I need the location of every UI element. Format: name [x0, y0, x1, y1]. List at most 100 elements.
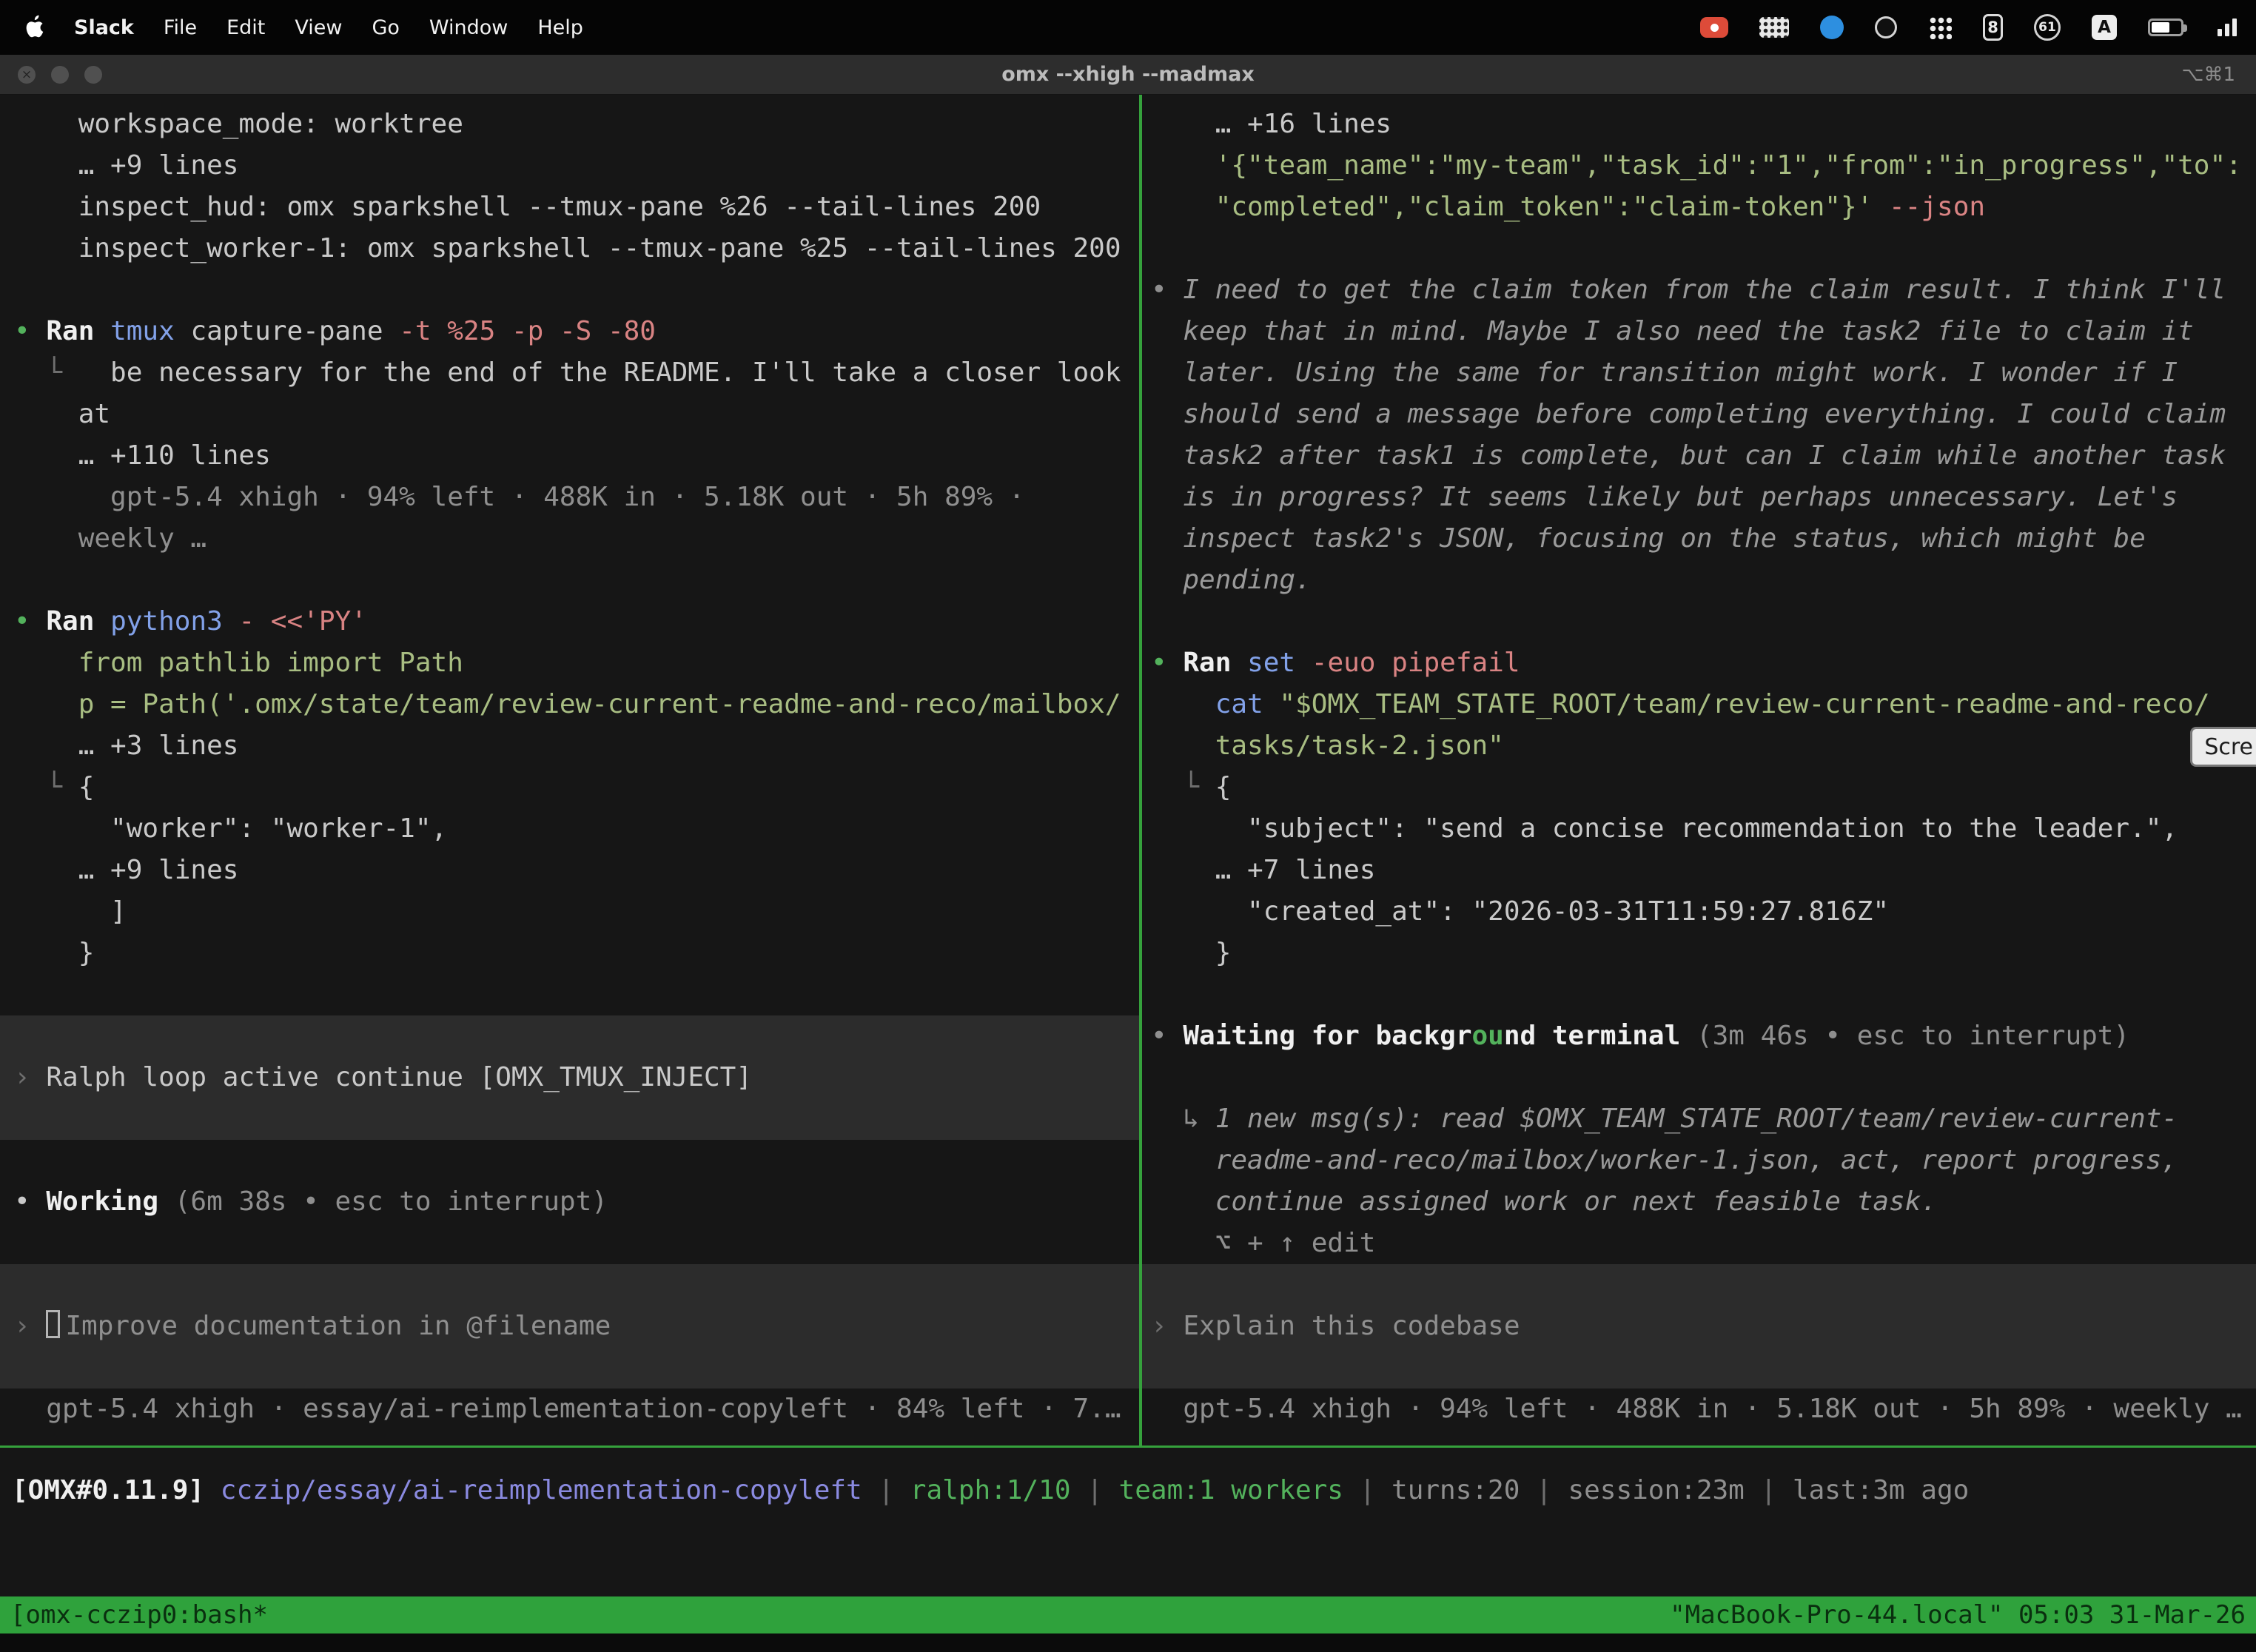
menu-item-help[interactable]: Help	[537, 16, 583, 39]
prompt-line[interactable]: › Ralph loop active continue [OMX_TMUX_I…	[0, 1057, 1139, 1098]
terminal-line: … +9 lines	[0, 145, 1139, 187]
prompt-line[interactable]: › Improve documentation in @filename	[0, 1306, 1139, 1347]
terminal-blank-line	[0, 1015, 1139, 1057]
terminal-blank-line	[1142, 228, 2256, 269]
terminal-line: task2 after task1 is complete, but can I…	[1142, 435, 2256, 477]
tooltip-text: Scre	[2204, 734, 2253, 760]
minimize-button[interactable]	[51, 66, 69, 84]
terminal-line: }	[0, 933, 1139, 974]
terminal-line: }	[1142, 933, 2256, 974]
terminal-line: gpt-5.4 xhigh · 94% left · 488K in · 5.1…	[0, 477, 1139, 518]
screen-share-tooltip: Scre	[2190, 727, 2256, 767]
terminal-line: should send a message before completing …	[1142, 394, 2256, 435]
left-pane[interactable]: workspace_mode: worktree … +9 lines insp…	[0, 95, 1139, 1430]
battery-icon[interactable]	[2148, 19, 2183, 36]
badge-61-icon[interactable]: 61	[2034, 14, 2061, 41]
terminal-blank-line	[1142, 1347, 2256, 1389]
right-pane[interactable]: … +16 lines '{"team_name":"my-team","tas…	[1142, 95, 2256, 1430]
terminal-line: ]	[0, 891, 1139, 933]
terminal-line: └ be necessary for the end of the README…	[0, 352, 1139, 394]
menu-status-icons: 8 61 A	[1700, 14, 2237, 41]
terminal-line: p = Path('.omx/state/team/review-current…	[0, 684, 1139, 725]
zoom-button[interactable]	[84, 66, 102, 84]
terminal-line: • Ran tmux capture-pane -t %25 -p -S -80	[0, 311, 1139, 352]
horizontal-divider	[0, 1446, 2256, 1448]
terminal-blank-line	[1142, 974, 2256, 1015]
terminal-line: pending.	[1142, 560, 2256, 601]
menu-item-edit[interactable]: Edit	[226, 16, 265, 39]
terminal-blank-line	[0, 1223, 1139, 1264]
terminal-line: inspect task2's JSON, focusing on the st…	[1142, 518, 2256, 560]
terminal-line: • Ran python3 - <<'PY'	[0, 601, 1139, 642]
terminal-line: workspace_mode: worktree	[0, 104, 1139, 145]
key-8-icon[interactable]: 8	[1983, 14, 2003, 41]
tmux-status-bar: [omx-cczip0:bash* "MacBook-Pro-44.local"…	[0, 1596, 2256, 1633]
terminal-blank-line	[0, 269, 1139, 311]
terminal-line: gpt-5.4 xhigh · essay/ai-reimplementatio…	[0, 1389, 1139, 1430]
terminal-line: later. Using the same for transition mig…	[1142, 352, 2256, 394]
terminal-line: └ {	[0, 767, 1139, 808]
terminal-blank-line	[1142, 1264, 2256, 1306]
tmux-session-label: [omx-cczip0:bash*	[10, 1600, 268, 1630]
terminal-line: inspect_worker-1: omx sparkshell --tmux-…	[0, 228, 1139, 269]
window-shortcut-label: ⌥⌘1	[2181, 64, 2235, 86]
dark-circle-app-icon[interactable]	[1875, 16, 1897, 38]
terminal-line: ⌥ + ↑ edit	[1142, 1223, 2256, 1264]
menu-items: Slack File Edit View Go Window Help	[22, 14, 583, 41]
menu-item-file[interactable]: File	[164, 16, 197, 39]
terminal-line: inspect_hud: omx sparkshell --tmux-pane …	[0, 187, 1139, 228]
terminal-line: … +9 lines	[0, 850, 1139, 891]
record-dot-icon	[1711, 24, 1719, 32]
terminal-line: … +3 lines	[0, 725, 1139, 767]
terminal-line: • Ran set -euo pipefail	[1142, 642, 2256, 684]
terminal-line: … +7 lines	[1142, 850, 2256, 891]
window-title-bar: × omx --xhigh --madmax ⌥⌘1	[0, 55, 2256, 95]
dots-grid-icon[interactable]	[1928, 16, 1952, 39]
terminal-line: ↳ 1 new msg(s): read $OMX_TEAM_STATE_ROO…	[1142, 1098, 2256, 1140]
terminal-line: └ {	[1142, 767, 2256, 808]
terminal-line: "completed","claim_token":"claim-token"}…	[1142, 187, 2256, 228]
traffic-lights: ×	[18, 55, 102, 95]
terminal-blank-line	[0, 1140, 1139, 1181]
terminal: workspace_mode: worktree … +9 lines insp…	[0, 95, 2256, 1596]
terminal-line: "subject": "send a concise recommendatio…	[1142, 808, 2256, 850]
screen-recording-indicator-icon[interactable]	[1700, 17, 1728, 38]
terminal-line: … +16 lines	[1142, 104, 2256, 145]
terminal-line: from pathlib import Path	[0, 642, 1139, 684]
terminal-panes: workspace_mode: worktree … +9 lines insp…	[0, 95, 2256, 1446]
terminal-line: … +110 lines	[0, 435, 1139, 477]
input-source-icon[interactable]: A	[2092, 15, 2117, 40]
terminal-blank-line	[0, 1264, 1139, 1306]
text-cursor	[46, 1310, 60, 1338]
terminal-line: "worker": "worker-1",	[0, 808, 1139, 850]
terminal-blank-line	[0, 1347, 1139, 1389]
menu-item-slack[interactable]: Slack	[74, 16, 134, 39]
terminal-line: is in progress? It seems likely but perh…	[1142, 477, 2256, 518]
apple-menu-icon[interactable]	[22, 14, 44, 41]
terminal-line: readme-and-reco/mailbox/worker-1.json, a…	[1142, 1140, 2256, 1181]
tmux-host-clock-label: "MacBook-Pro-44.local" 05:03 31-Mar-26	[1670, 1600, 2246, 1630]
close-button[interactable]: ×	[18, 66, 36, 84]
keyboard-icon[interactable]	[1759, 17, 1789, 38]
terminal-line: '{"team_name":"my-team","task_id":"1","f…	[1142, 145, 2256, 187]
signal-icon[interactable]	[2215, 19, 2237, 36]
blue-app-icon[interactable]	[1820, 16, 1844, 39]
terminal-line: • I need to get the claim token from the…	[1142, 269, 2256, 311]
screen: Slack File Edit View Go Window Help 8 61 A × o…	[0, 0, 2256, 1652]
terminal-line: tasks/task-2.json"	[1142, 725, 2256, 767]
terminal-line: "created_at": "2026-03-31T11:59:27.816Z"	[1142, 891, 2256, 933]
menu-item-go[interactable]: Go	[372, 16, 399, 39]
terminal-blank-line	[1142, 601, 2256, 642]
terminal-line: • Waiting for background terminal (3m 46…	[1142, 1015, 2256, 1057]
prompt-line[interactable]: › Explain this codebase	[1142, 1306, 2256, 1347]
menu-item-view[interactable]: View	[295, 16, 342, 39]
terminal-line: cat "$OMX_TEAM_STATE_ROOT/team/review-cu…	[1142, 684, 2256, 725]
menu-item-window[interactable]: Window	[429, 16, 508, 39]
battery-fill	[2152, 22, 2169, 33]
terminal-blank-line	[0, 1098, 1139, 1140]
omx-status-line: [OMX#0.11.9] cczip/essay/ai-reimplementa…	[0, 1470, 2256, 1511]
battery-nub	[2183, 24, 2187, 32]
terminal-line: continue assigned work or next feasible …	[1142, 1181, 2256, 1223]
terminal-blank-line	[1142, 1057, 2256, 1098]
window-title: omx --xhigh --madmax	[1001, 63, 1255, 86]
